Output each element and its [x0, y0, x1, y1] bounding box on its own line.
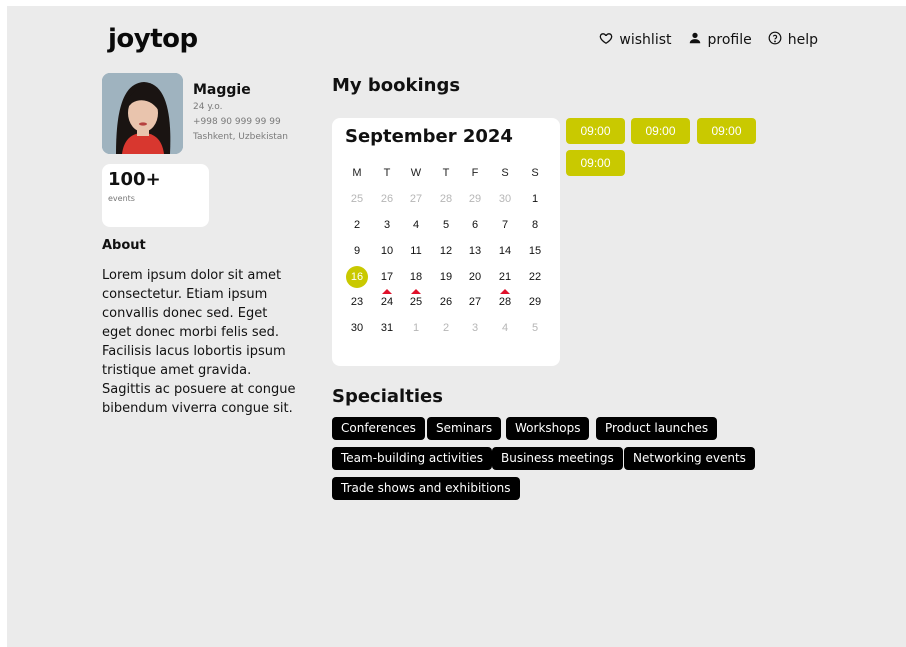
calendar-day[interactable]: 29	[463, 187, 487, 211]
calendar-day[interactable]: 12	[434, 239, 458, 263]
weekday-header: T	[383, 167, 391, 179]
specialties-title: Specialties	[332, 386, 443, 407]
heart-icon	[599, 31, 613, 49]
specialty-tag[interactable]: Product launches	[596, 417, 718, 440]
profile-phone: +998 90 999 99 99	[193, 117, 281, 127]
specialty-tag[interactable]: Workshops	[506, 417, 590, 440]
weekday-header: T	[442, 167, 450, 179]
calendar-day[interactable]: 9	[345, 239, 369, 263]
calendar-day[interactable]: 19	[434, 265, 458, 289]
calendar-day[interactable]: 4	[404, 213, 428, 237]
calendar-day[interactable]: 30	[345, 316, 369, 340]
calendar-day[interactable]: 28	[434, 187, 458, 211]
nav-profile[interactable]: profile	[688, 31, 752, 49]
calendar-month: September 2024	[345, 126, 513, 147]
specialty-tag[interactable]: Seminars	[427, 417, 502, 440]
calendar-day[interactable]: 5	[523, 316, 547, 340]
calendar-day[interactable]: 8	[523, 213, 547, 237]
specialty-tag[interactable]: Networking events	[624, 447, 755, 470]
nav-help-label: help	[787, 32, 818, 48]
calendar-day[interactable]: 29	[523, 290, 547, 314]
weekday-header: W	[410, 167, 422, 179]
about-title: About	[102, 238, 146, 253]
event-marker-icon	[411, 289, 421, 294]
specialty-tag[interactable]: Business meetings	[492, 447, 623, 470]
weekday-header: F	[471, 167, 479, 179]
calendar-day[interactable]: 23	[345, 290, 369, 314]
bookings-title: My bookings	[332, 75, 461, 96]
calendar-day[interactable]: 7	[493, 213, 517, 237]
calendar-day[interactable]: 26	[375, 187, 399, 211]
specialty-tag[interactable]: Conferences	[332, 417, 425, 440]
calendar-day[interactable]: 27	[463, 290, 487, 314]
calendar-day[interactable]: 26	[434, 290, 458, 314]
time-slot-button[interactable]: 09:00	[697, 118, 756, 144]
calendar-day[interactable]: 30	[493, 187, 517, 211]
calendar-day[interactable]: 4	[493, 316, 517, 340]
avatar	[102, 73, 183, 154]
about-text: Lorem ipsum dolor sit amet consectetur. …	[102, 268, 296, 416]
calendar-day[interactable]: 10	[375, 239, 399, 263]
calendar-day[interactable]: 17	[375, 265, 399, 289]
user-icon	[688, 31, 702, 49]
weekday-header: S	[501, 167, 509, 179]
top-nav: wishlist profile help	[599, 31, 818, 49]
calendar-day[interactable]: 11	[404, 239, 428, 263]
calendar-day[interactable]: 22	[523, 265, 547, 289]
profile-name: Maggie	[193, 82, 251, 98]
weekday-header: S	[531, 167, 539, 179]
calendar: September 2024 M T W T F S S 25 26 27 28 29 30 1 2 3 4 5 6…	[332, 118, 560, 366]
time-slot-button[interactable]: 09:00	[566, 150, 625, 176]
calendar-day[interactable]: 21	[493, 265, 517, 289]
logo[interactable]: joytop	[108, 24, 198, 54]
calendar-day[interactable]: 6	[463, 213, 487, 237]
specialty-tag[interactable]: Trade shows and exhibitions	[332, 477, 520, 500]
calendar-day[interactable]: 16	[346, 266, 368, 288]
calendar-day[interactable]: 25	[345, 187, 369, 211]
time-slot-button[interactable]: 09:00	[631, 118, 690, 144]
calendar-day[interactable]: 18	[404, 265, 428, 289]
calendar-day[interactable]: 1	[523, 187, 547, 211]
calendar-day[interactable]: 14	[493, 239, 517, 263]
weekday-header: M	[352, 167, 362, 179]
calendar-day[interactable]: 27	[404, 187, 428, 211]
calendar-day[interactable]: 3	[375, 213, 399, 237]
calendar-day[interactable]: 5	[434, 213, 458, 237]
calendar-day[interactable]: 3	[463, 316, 487, 340]
events-label: events	[108, 194, 135, 203]
nav-profile-label: profile	[707, 32, 752, 48]
calendar-day[interactable]: 20	[463, 265, 487, 289]
event-marker-icon	[500, 289, 510, 294]
help-circle-icon	[768, 31, 782, 49]
nav-help[interactable]: help	[768, 31, 818, 49]
nav-wishlist-label: wishlist	[619, 32, 672, 48]
calendar-day[interactable]: 2	[434, 316, 458, 340]
calendar-day[interactable]: 2	[345, 213, 369, 237]
event-marker-icon	[382, 289, 392, 294]
profile-location: Tashkent, Uzbekistan	[193, 132, 289, 142]
calendar-day[interactable]: 15	[523, 239, 547, 263]
events-count: 100+	[108, 169, 161, 190]
calendar-day[interactable]: 13	[463, 239, 487, 263]
events-stat-card: 100+ events	[102, 164, 209, 227]
time-slot-button[interactable]: 09:00	[566, 118, 625, 144]
specialty-tag[interactable]: Team-building activities	[332, 447, 493, 470]
profile-age: 24 y.o.	[193, 102, 223, 112]
calendar-day[interactable]: 1	[404, 316, 428, 340]
nav-wishlist[interactable]: wishlist	[599, 31, 672, 49]
calendar-day[interactable]: 31	[375, 316, 399, 340]
